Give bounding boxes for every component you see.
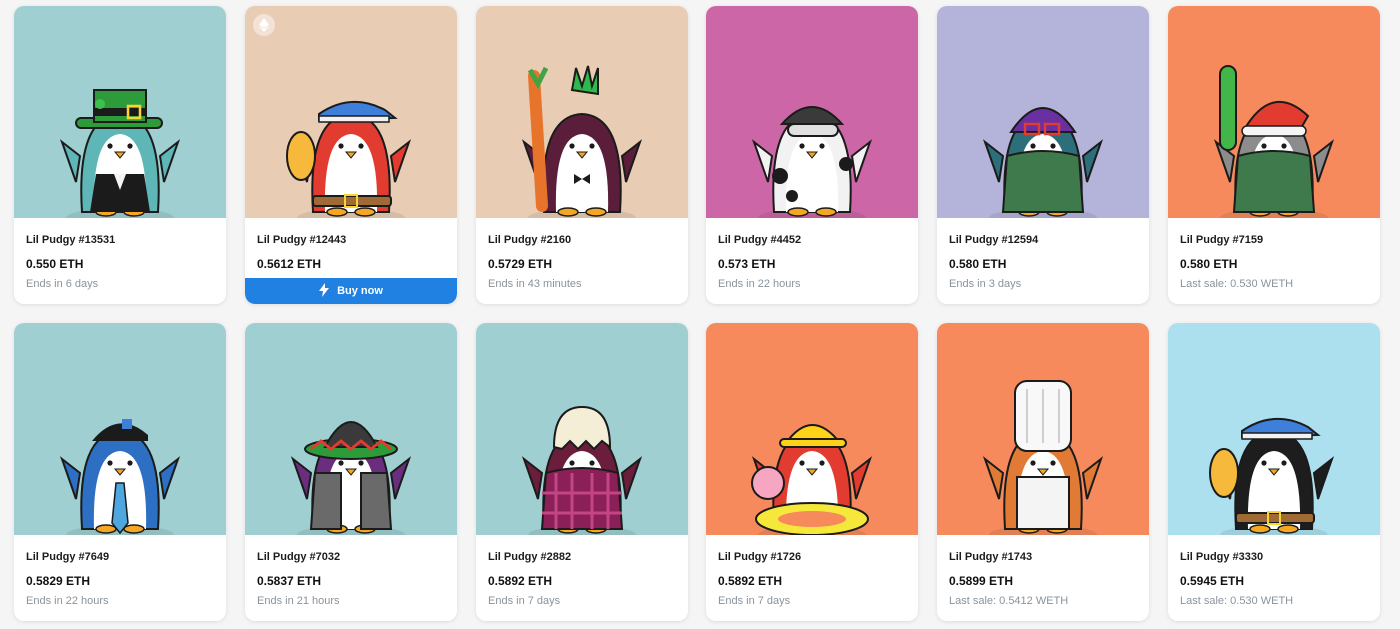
nft-sale-info: Last sale: 0.530 WETH [1180, 278, 1294, 290]
nft-image[interactable] [14, 323, 226, 535]
nft-card[interactable]: Lil Pudgy #4452 0.573 ETH Ends in 22 hours [706, 6, 918, 304]
nft-name[interactable]: Lil Pudgy #12594 [949, 234, 1038, 246]
nft-image[interactable] [245, 323, 457, 535]
nft-price: 0.5892 ETH [718, 574, 783, 588]
nft-name[interactable]: Lil Pudgy #3330 [1180, 551, 1263, 563]
nft-price: 0.573 ETH [718, 257, 776, 271]
nft-sale-info: Ends in 6 days [26, 278, 99, 290]
nft-sale-info: Last sale: 0.530 WETH [1180, 595, 1294, 607]
nft-image[interactable] [1168, 323, 1380, 535]
nft-sale-info: Last sale: 0.5412 WETH [949, 595, 1069, 607]
ethereum-icon [253, 14, 275, 36]
lightning-icon [319, 282, 330, 300]
nft-image[interactable] [14, 6, 226, 218]
nft-card[interactable]: Lil Pudgy #12594 0.580 ETH Ends in 3 days [937, 6, 1149, 304]
nft-sale-info: Ends in 7 days [488, 595, 561, 607]
nft-image[interactable] [706, 6, 918, 218]
nft-price: 0.5892 ETH [488, 574, 553, 588]
nft-sale-info: Ends in 22 hours [26, 595, 109, 607]
nft-sale-info: Ends in 7 days [718, 595, 791, 607]
nft-name[interactable]: Lil Pudgy #1726 [718, 551, 801, 563]
nft-price: 0.5612 ETH [257, 257, 322, 271]
nft-sale-info: Ends in 3 days [949, 278, 1022, 290]
nft-image[interactable] [476, 6, 688, 218]
nft-card[interactable]: Lil Pudgy #2882 0.5892 ETH Ends in 7 days [476, 323, 688, 621]
nft-price: 0.580 ETH [1180, 257, 1238, 271]
nft-name[interactable]: Lil Pudgy #7032 [257, 551, 340, 563]
nft-image[interactable] [245, 6, 457, 218]
nft-card[interactable]: Lil Pudgy #3330 0.5945 ETH Last sale: 0.53… [1168, 323, 1380, 621]
nft-price: 0.580 ETH [949, 257, 1007, 271]
nft-price: 0.550 ETH [26, 257, 84, 271]
nft-card[interactable]: Lil Pudgy #13531 0.550 ETH Ends in 6 days [14, 6, 226, 304]
nft-card[interactable]: Lil Pudgy #12443 0.5612 ETH Buy now [245, 6, 457, 304]
nft-sale-info: Ends in 21 hours [257, 595, 340, 607]
nft-name[interactable]: Lil Pudgy #7649 [26, 551, 109, 563]
nft-sale-info: Ends in 43 minutes [488, 278, 582, 290]
nft-name[interactable]: Lil Pudgy #12443 [257, 234, 346, 246]
buy-now-button[interactable]: Buy now [245, 278, 457, 304]
nft-price: 0.5829 ETH [26, 574, 91, 588]
nft-card[interactable]: Lil Pudgy #1726 0.5892 ETH Ends in 7 days [706, 323, 918, 621]
nft-card[interactable]: Lil Pudgy #7032 0.5837 ETH Ends in 21 hour… [245, 323, 457, 621]
nft-sale-info: Ends in 22 hours [718, 278, 801, 290]
nft-name[interactable]: Lil Pudgy #7159 [1180, 234, 1263, 246]
nft-card[interactable]: Lil Pudgy #7159 0.580 ETH Last sale: 0.530… [1168, 6, 1380, 304]
nft-name[interactable]: Lil Pudgy #2160 [488, 234, 571, 246]
buy-now-label: Buy now [337, 285, 383, 297]
nft-name[interactable]: Lil Pudgy #1743 [949, 551, 1032, 563]
nft-image[interactable] [937, 323, 1149, 535]
nft-grid: Lil Pudgy #13531 0.550 ETH Ends in 6 days L… [0, 0, 1400, 629]
nft-image[interactable] [706, 323, 918, 535]
nft-name[interactable]: Lil Pudgy #2882 [488, 551, 571, 563]
nft-price: 0.5729 ETH [488, 257, 553, 271]
nft-image[interactable] [476, 323, 688, 535]
nft-card[interactable]: Lil Pudgy #1743 0.5899 ETH Last sale: 0.54… [937, 323, 1149, 621]
nft-card[interactable]: Lil Pudgy #7649 0.5829 ETH Ends in 22 hour… [14, 323, 226, 621]
nft-price: 0.5945 ETH [1180, 574, 1245, 588]
nft-image[interactable] [1168, 6, 1380, 218]
nft-image[interactable] [937, 6, 1149, 218]
nft-name[interactable]: Lil Pudgy #13531 [26, 234, 115, 246]
nft-card[interactable]: Lil Pudgy #2160 0.5729 ETH Ends in 43 minu… [476, 6, 688, 304]
nft-price: 0.5899 ETH [949, 574, 1014, 588]
nft-name[interactable]: Lil Pudgy #4452 [718, 234, 801, 246]
nft-price: 0.5837 ETH [257, 574, 322, 588]
